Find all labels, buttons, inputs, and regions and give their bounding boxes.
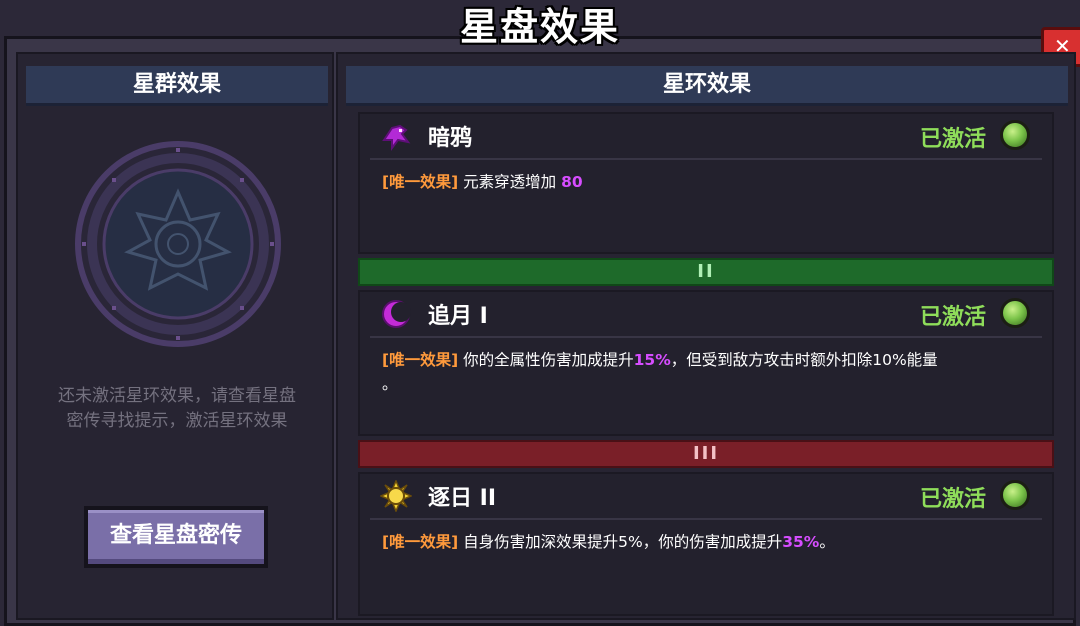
effect-text: ，但受到敌方攻击时额外扣除10%能量 [670,351,938,369]
unique-effect-tag: [唯一效果] [382,351,459,369]
effect-text: 自身伤害加深效果提升5%，你的伤害加成提升 [463,533,783,551]
effect-description: [唯一效果] 自身伤害加深效果提升5%，你的伤害加成提升35%。 [382,530,1030,554]
constellation-panel-title: 星群效果 [26,66,328,106]
star-disk-image [75,141,281,347]
active-indicator-icon [1000,298,1030,328]
effect-text: 元素穿透增加 [463,173,557,191]
effect-card: 暗鸦 已激活 [唯一效果] 元素穿透增加 80 [358,112,1054,254]
active-indicator-icon [1000,120,1030,150]
active-indicator-icon [1000,480,1030,510]
effect-description: [唯一效果] 元素穿透增加 80 [382,170,1030,194]
crescent-moon-icon [382,300,411,328]
effect-text: 。 [819,533,835,551]
effect-card: 追月 I 已激活 [唯一效果] 你的全属性伤害加成提升15%，但受到敌方攻击时额… [358,290,1054,436]
hint-line: 还未激活星环效果，请查看星盘 [58,386,296,406]
hint-text: 还未激活星环效果，请查看星盘 密传寻找提示，激活星环效果 [30,384,324,434]
effect-value: 35% [782,533,820,551]
effect-name: 暗鸦 [428,126,473,151]
effect-name: 追月 I [428,304,488,329]
effect-value: 80 [561,173,583,191]
sun-icon [380,480,412,512]
window-title: 星盘效果 [459,5,620,49]
effect-value: 15% [633,351,671,369]
status-label: 已激活 [919,487,986,512]
raven-icon [382,124,411,151]
tier-divider: II [358,258,1054,286]
status-label: 已激活 [919,305,986,330]
effect-description: [唯一效果] 你的全属性伤害加成提升15%，但受到敌方攻击时额外扣除10%能量 … [382,348,1030,396]
star-ring-panel: 星环效果 暗鸦 已激活 [唯一效果] 元素穿透增加 80 II 追月 I 已激活 [336,52,1076,620]
hint-line: 密传寻找提示，激活星环效果 [66,411,288,431]
unique-effect-tag: [唯一效果] [382,173,459,191]
star-ring-panel-title: 星环效果 [346,66,1068,106]
effect-text: 。 [382,375,398,393]
unique-effect-tag: [唯一效果] [382,533,459,551]
constellation-panel: 星群效果 还未激活星环效果，请查看星盘 密传寻找提示，激活星环效果 查看星盘密传 [16,52,334,620]
effect-card: 逐日 II 已激活 [唯一效果] 自身伤害加深效果提升5%，你的伤害加成提升35… [358,472,1054,616]
tier-divider: III [358,440,1054,468]
effect-name: 逐日 II [428,486,497,511]
effect-text: 你的全属性伤害加成提升 [463,351,634,369]
view-star-disk-secrets-button[interactable]: 查看星盘密传 [84,506,268,568]
status-label: 已激活 [919,127,986,152]
